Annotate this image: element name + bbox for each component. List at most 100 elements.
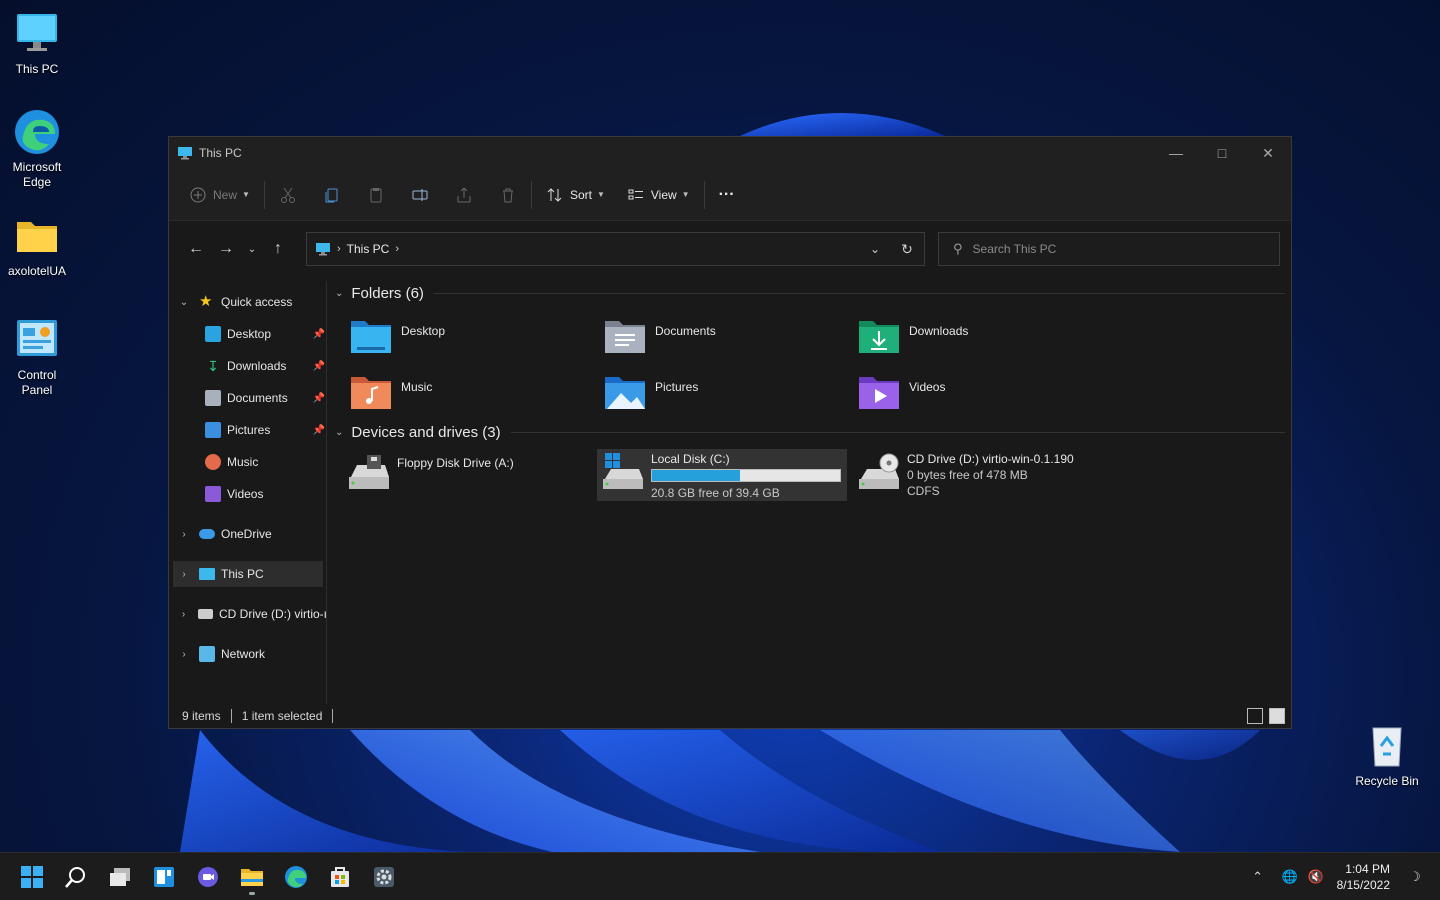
rename-button[interactable] [403,179,437,211]
sidebar-item-music[interactable]: Music [205,449,321,475]
desktop-icon-folder[interactable]: axolotelUA [1,212,73,279]
address-dropdown-icon[interactable]: ⌄ [860,242,890,256]
sidebar-item-documents[interactable]: Documents 📌 [205,385,325,411]
network-tray-button[interactable]: 🌐 [1279,866,1301,888]
clipboard-icon [370,187,382,202]
arrow-up-icon: ↑ [274,240,282,257]
address-bar[interactable]: › This PC › ⌄ ↻ [306,232,925,266]
chevron-down-icon: ▼ [681,190,690,199]
pictures-icon [205,422,221,438]
sidebar-item-quick-access[interactable]: ⌄ ★ Quick access [177,289,327,315]
pin-icon: 📌 [312,392,325,404]
search-icon [65,867,85,888]
sidebar-item-desktop[interactable]: Desktop 📌 [205,321,325,347]
folder-icon [241,869,263,886]
toolbar-divider [703,180,705,209]
chevron-down-icon: ⌄ [179,296,189,308]
start-button[interactable] [12,857,52,897]
edge-taskbar-button[interactable] [276,857,316,897]
toolbar-divider [263,180,265,209]
cut-button[interactable] [271,179,305,211]
chat-button[interactable] [188,857,228,897]
share-icon [457,186,471,202]
document-icon [205,390,221,406]
folder-desktop[interactable]: Desktop [349,317,589,357]
scissors-icon [280,187,295,203]
sort-icon [547,187,562,202]
folder-music[interactable]: Music [349,373,589,413]
search-input[interactable] [972,242,1253,256]
refresh-icon[interactable]: ↻ [890,241,924,258]
folder-downloads[interactable]: Downloads [857,317,1097,357]
desktop-icon-recycle-bin[interactable]: Recycle Bin [1351,722,1423,789]
breadcrumb-this-pc[interactable]: This PC [347,242,390,256]
clock[interactable]: 1:04 PM 8/15/2022 [1337,861,1390,893]
breadcrumb-chevron-icon: › [395,243,400,255]
video-icon [205,486,221,502]
sort-button[interactable]: Sort ▼ [538,179,613,211]
search-button[interactable] [56,857,96,897]
folder-icon [17,222,57,252]
sidebar-item-videos[interactable]: Videos [205,481,321,507]
desktop-icon-this-pc[interactable]: This PC [1,10,73,77]
view-button[interactable]: View ▼ [619,179,698,211]
sidebar-item-cd-drive[interactable]: › CD Drive (D:) virtio-ı [177,601,327,627]
search-box[interactable]: ⚲ [938,232,1280,266]
folder-pictures[interactable]: Pictures [603,373,843,413]
chevron-up-icon: ⌃ [1252,869,1264,884]
settings-taskbar-button[interactable] [364,857,404,897]
recycle-bin-icon [1372,727,1402,767]
folders-section-header[interactable]: ⌄ Folders (6) [335,285,1285,302]
drives-section-header[interactable]: ⌄ Devices and drives (3) [335,424,1285,441]
chevron-down-icon: ⌄ [335,288,344,299]
sidebar-item-label: OneDrive [221,527,272,541]
desktop-icon-edge[interactable]: Microsoft Edge [1,108,73,190]
sort-label: Sort [569,187,592,202]
up-button[interactable]: ↑ [263,234,293,264]
desktop-icon-label: Microsoft Edge [12,160,62,189]
minimize-button[interactable]: — [1153,137,1199,169]
desktop-icon-control-panel[interactable]: Control Panel [1,316,73,398]
widgets-button[interactable] [144,857,184,897]
forward-button[interactable]: → [211,234,241,264]
folder-documents[interactable]: Documents [603,317,843,357]
desktop-icon-label: Recycle Bin [1355,774,1419,788]
sidebar-item-pictures[interactable]: Pictures 📌 [205,417,325,443]
delete-button[interactable] [491,179,525,211]
close-button[interactable]: ✕ [1245,137,1291,169]
hard-drive-icon [603,453,643,489]
more-options-button[interactable]: ··· [711,179,743,211]
folder-name: Downloads [909,324,969,338]
drive-local-disk[interactable]: Local Disk (C:) 20.8 GB free of 39.4 GB [597,449,847,501]
sidebar-item-this-pc[interactable]: › This PC [173,561,323,587]
notifications-button[interactable]: ☽ [1404,866,1426,888]
disk-usage-bar [651,469,841,482]
clock-time: 1:04 PM [1345,862,1390,876]
paste-button[interactable] [359,179,393,211]
copy-button[interactable] [315,179,349,211]
new-button[interactable]: New ▼ [181,179,258,211]
tiles-view-button[interactable] [1269,708,1285,724]
share-button[interactable] [447,179,481,211]
command-bar: New ▼ Sort ▼ View ▼ ··· [169,169,1291,221]
show-hidden-icons-button[interactable]: ⌃ [1247,866,1269,888]
sidebar-item-downloads[interactable]: ↧ Downloads 📌 [205,353,325,379]
drive-cd[interactable]: CD Drive (D:) virtio-win-0.1.190 0 bytes… [857,449,1117,501]
recent-locations-button[interactable]: ⌄ [241,234,263,264]
file-explorer-taskbar-button[interactable] [232,857,272,897]
maximize-button[interactable]: □ [1199,137,1245,169]
volume-tray-button[interactable]: 🔇 [1305,866,1327,888]
monitor-icon [316,243,330,256]
task-view-button[interactable] [100,857,140,897]
status-bar: 9 items 1 item selected [169,704,1291,728]
sidebar-item-onedrive[interactable]: › OneDrive [177,521,327,547]
back-button[interactable]: ← [181,234,211,264]
drive-floppy[interactable]: Floppy Disk Drive (A:) [347,449,587,499]
sidebar-item-network[interactable]: › Network [177,641,327,667]
system-tray: ⌃ 🌐 🔇 1:04 PM 8/15/2022 ☽ [1245,853,1440,900]
item-count: 9 items [182,709,221,723]
store-taskbar-button[interactable] [320,857,360,897]
details-view-button[interactable] [1247,708,1263,724]
folder-videos[interactable]: Videos [857,373,1097,413]
title-bar[interactable]: This PC — □ ✕ [169,137,1291,169]
